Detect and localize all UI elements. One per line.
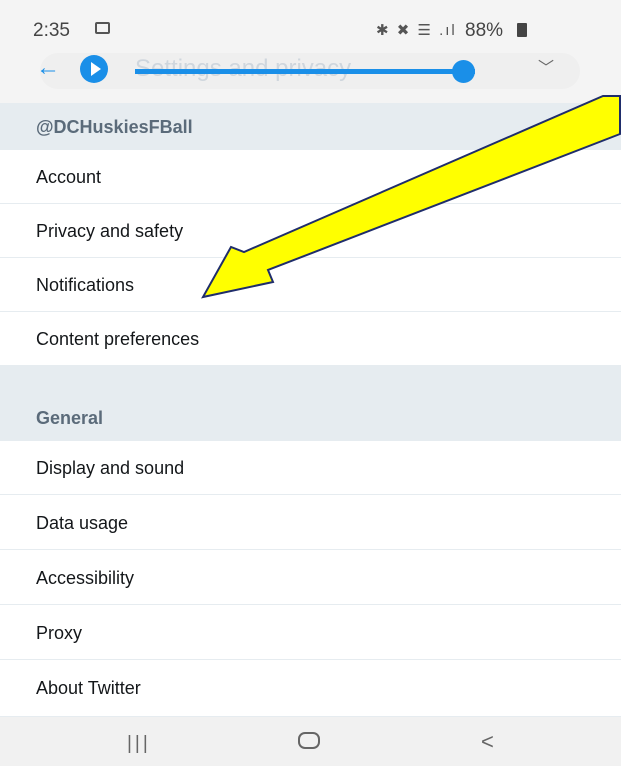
play-icon[interactable] xyxy=(80,55,108,83)
navigation-bar: ||| < xyxy=(0,717,621,766)
section-header-account: @DCHuskiesFBall xyxy=(0,103,621,150)
list-item-notifications[interactable]: Notifications xyxy=(0,258,621,312)
list-item-data-usage[interactable]: Data usage xyxy=(0,496,621,550)
recent-apps-icon[interactable]: ||| xyxy=(127,733,151,755)
chevron-down-icon[interactable]: ﹀ xyxy=(538,54,554,78)
status-bar: 2:35 ✱ ✖ ☰ .ıl 88% xyxy=(0,0,621,46)
progress-thumb[interactable] xyxy=(452,60,475,83)
list-item-display-and-sound[interactable]: Display and sound xyxy=(0,441,621,495)
section-title: @DCHuskiesFBall xyxy=(36,117,193,137)
list-item-label: Data usage xyxy=(36,513,129,533)
list-item-label: Proxy xyxy=(36,623,83,643)
home-icon[interactable] xyxy=(298,732,320,749)
section-header-general: General xyxy=(0,366,621,441)
battery-level: 88% xyxy=(465,20,504,41)
list-item-label: About Twitter xyxy=(36,678,141,698)
back-arrow-icon[interactable]: ← xyxy=(36,54,60,82)
list-item-accessibility[interactable]: Accessibility xyxy=(0,551,621,605)
list-item-label: Display and sound xyxy=(36,458,185,478)
list-item-proxy[interactable]: Proxy xyxy=(0,606,621,660)
list-item-label: Notifications xyxy=(36,275,135,295)
header-bar: ← Settings and privacy ﹀ xyxy=(0,46,621,103)
list-item-label: Privacy and safety xyxy=(36,221,184,241)
progress-track[interactable] xyxy=(135,69,475,74)
gallery-icon xyxy=(95,22,110,34)
list-item-account[interactable]: Account xyxy=(0,150,621,204)
list-item-privacy-and-safety[interactable]: Privacy and safety xyxy=(0,204,621,258)
battery-icon xyxy=(517,23,527,37)
list-item-content-preferences[interactable]: Content preferences xyxy=(0,312,621,366)
nav-back-icon[interactable]: < xyxy=(481,729,494,755)
section-title: General xyxy=(36,408,104,428)
list-item-about-twitter[interactable]: About Twitter xyxy=(0,661,621,717)
status-time: 2:35 xyxy=(33,20,70,41)
list-item-label: Accessibility xyxy=(36,568,135,588)
list-item-label: Content preferences xyxy=(36,329,200,349)
list-item-label: Account xyxy=(36,167,102,187)
status-icons: ✱ ✖ ☰ .ıl xyxy=(376,22,457,39)
